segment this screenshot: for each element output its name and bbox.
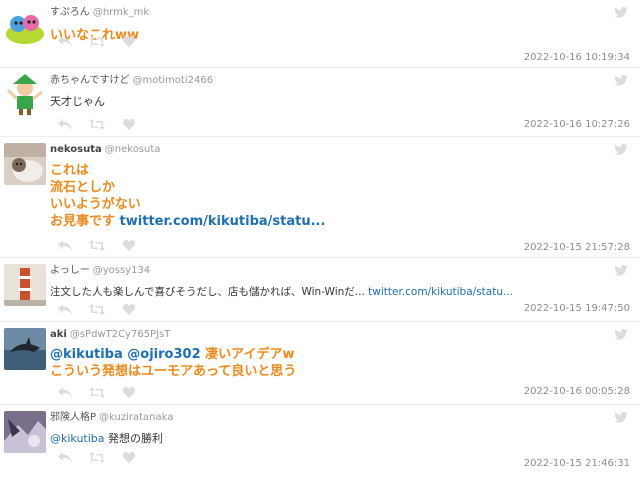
user-handle[interactable]: @sPdwT2Cy765PJsT xyxy=(70,329,171,340)
tweet-actions xyxy=(56,386,138,398)
user-handle[interactable]: @kuziratanaka xyxy=(99,412,173,423)
tweet-text: @kikutiba @ojiro302 凄いアイデアw こういう発想はユーモアあ… xyxy=(50,346,632,380)
like-icon[interactable] xyxy=(120,303,138,315)
tweet: 赤ちゃんですけど @motimoti2466 天才じゃん 2022-10-16 1… xyxy=(0,68,640,137)
tweet-line: これは xyxy=(50,163,90,178)
twitter-bird-icon[interactable] xyxy=(614,265,628,276)
tweet: 邪険人格P @kuziratanaka @kikutiba 発想の勝利 2022-… xyxy=(0,405,640,479)
tweet-actions xyxy=(56,118,138,130)
timestamp[interactable]: 2022-10-16 00:05:28 xyxy=(524,386,630,397)
tweet: すぷろん @hrmk_mk いいなこれww 2022-10-16 10:19:34 xyxy=(0,0,640,68)
tweet-header: 赤ちゃんですけど @motimoti2466 xyxy=(50,74,632,87)
tweet-header: 邪険人格P @kuziratanaka xyxy=(50,411,632,424)
avatar[interactable] xyxy=(4,328,46,370)
timestamp[interactable]: 2022-10-16 10:27:26 xyxy=(524,119,630,130)
mention-link[interactable]: @kikutiba xyxy=(50,347,123,362)
avatar[interactable] xyxy=(4,143,46,185)
twitter-bird-icon[interactable] xyxy=(614,412,628,423)
timestamp[interactable]: 2022-10-15 19:47:50 xyxy=(524,303,630,314)
retweet-icon[interactable] xyxy=(88,35,106,47)
retweet-icon[interactable] xyxy=(88,239,106,251)
reply-icon[interactable] xyxy=(56,239,74,251)
reply-icon[interactable] xyxy=(56,35,74,47)
tweet-header: すぷろん @hrmk_mk xyxy=(50,6,632,19)
retweet-icon[interactable] xyxy=(88,118,106,130)
user-name[interactable]: すぷろん xyxy=(50,7,90,18)
tweet-line-text: お見事です xyxy=(50,214,116,229)
tweet-actions xyxy=(56,35,138,47)
tweet-header: nekosuta @nekosuta xyxy=(50,143,632,156)
reply-icon[interactable] xyxy=(56,451,74,463)
tweet-line: @kikutiba @ojiro302 凄いアイデアw xyxy=(50,346,632,363)
tweet-text: 天才じゃん xyxy=(50,94,632,110)
tweet-actions xyxy=(56,451,138,463)
user-name[interactable]: 邪険人格P xyxy=(50,412,96,423)
tweet-actions xyxy=(56,239,138,251)
tweet-text: 注文した人も楽しんで喜びそうだし、店も儲かれば、Win-Winだ... twit… xyxy=(50,284,632,300)
tweet-line: 天才じゃん xyxy=(50,95,105,108)
tweet-line: こういう発想はユーモアあって良いと思う xyxy=(50,364,297,379)
mention-link[interactable]: @ojiro302 xyxy=(127,347,200,362)
twitter-bird-icon[interactable] xyxy=(614,75,628,86)
user-handle[interactable]: @motimoti2466 xyxy=(133,75,214,86)
tweet-header: よっしー @yossy134 xyxy=(50,264,632,277)
tweet-link[interactable]: twitter.com/kikutiba/statu... xyxy=(120,214,326,229)
tweet-line: 発想の勝利 xyxy=(108,432,164,445)
reply-icon[interactable] xyxy=(56,118,74,130)
user-handle[interactable]: @hrmk_mk xyxy=(93,7,149,18)
tweet-line: お見事です twitter.com/kikutiba/statu... xyxy=(50,213,632,230)
tweet-header: aki @sPdwT2Cy765PJsT xyxy=(50,328,632,341)
like-icon[interactable] xyxy=(120,386,138,398)
tweet: よっしー @yossy134 注文した人も楽しんで喜びそうだし、店も儲かれば、Wi… xyxy=(0,258,640,322)
user-name[interactable]: nekosuta xyxy=(50,144,102,155)
retweet-icon[interactable] xyxy=(88,303,106,315)
avatar[interactable] xyxy=(4,411,46,453)
tweet-line: 注文した人も楽しんで喜びそうだし、店も儲かれば、Win-Winだ... xyxy=(50,286,365,298)
twitter-bird-icon[interactable] xyxy=(614,7,628,18)
avatar[interactable] xyxy=(4,74,46,116)
tweet-text: これは 流石としか いいようがない お見事です twitter.com/kiku… xyxy=(50,162,632,230)
tweet-line: いいようがない xyxy=(50,197,141,212)
tweet: nekosuta @nekosuta これは 流石としか いいようがない お見事で… xyxy=(0,137,640,258)
like-icon[interactable] xyxy=(120,239,138,251)
avatar[interactable] xyxy=(4,6,46,48)
tweet-line-text: 凄いアイデアw xyxy=(205,347,295,362)
tweet-text: @kikutiba 発想の勝利 xyxy=(50,431,632,447)
user-name[interactable]: よっしー xyxy=(50,265,90,276)
timestamp[interactable]: 2022-10-15 21:46:31 xyxy=(524,458,630,469)
twitter-bird-icon[interactable] xyxy=(614,329,628,340)
retweet-icon[interactable] xyxy=(88,386,106,398)
timestamp[interactable]: 2022-10-15 21:57:28 xyxy=(524,242,630,253)
user-name[interactable]: aki xyxy=(50,329,67,340)
user-handle[interactable]: @nekosuta xyxy=(105,144,161,155)
tweet: aki @sPdwT2Cy765PJsT @kikutiba @ojiro302 … xyxy=(0,322,640,405)
reply-icon[interactable] xyxy=(56,303,74,315)
reply-icon[interactable] xyxy=(56,386,74,398)
like-icon[interactable] xyxy=(120,451,138,463)
tweet-link[interactable]: twitter.com/kikutiba/statu... xyxy=(368,286,513,298)
user-name[interactable]: 赤ちゃんですけど xyxy=(50,75,130,86)
like-icon[interactable] xyxy=(120,35,138,47)
retweet-icon[interactable] xyxy=(88,451,106,463)
like-icon[interactable] xyxy=(120,118,138,130)
timestamp[interactable]: 2022-10-16 10:19:34 xyxy=(524,52,630,63)
mention-link[interactable]: @kikutiba xyxy=(50,432,105,445)
tweet-actions xyxy=(56,303,138,315)
tweet-line: 流石としか xyxy=(50,180,116,195)
twitter-bird-icon[interactable] xyxy=(614,144,628,155)
user-handle[interactable]: @yossy134 xyxy=(93,265,150,276)
avatar[interactable] xyxy=(4,264,46,306)
